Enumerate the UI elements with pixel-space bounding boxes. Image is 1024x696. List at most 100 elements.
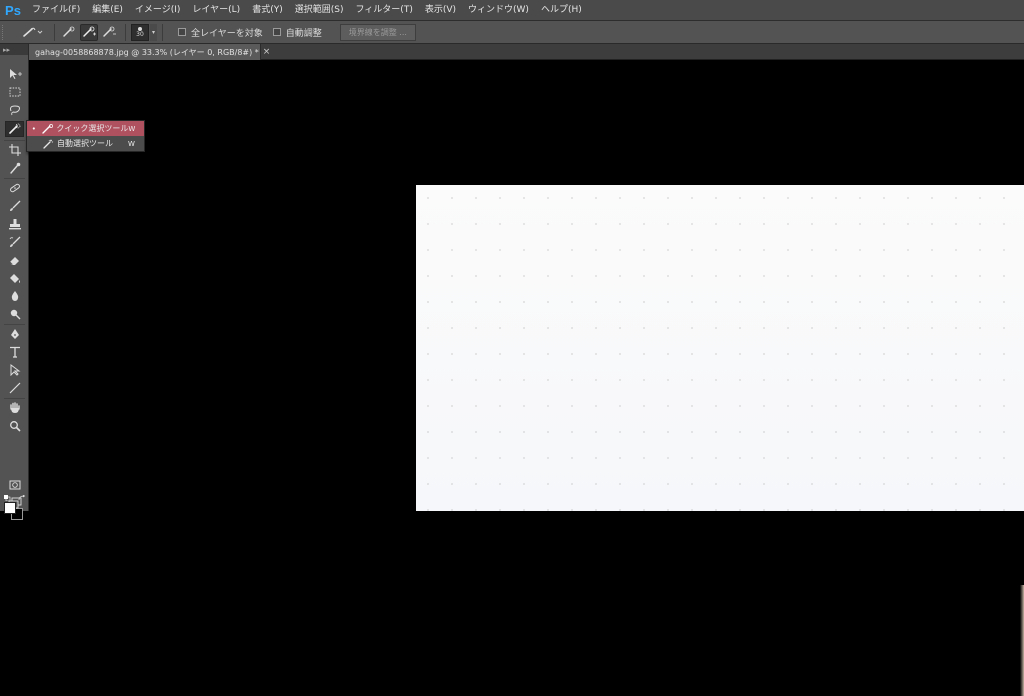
lasso-tool[interactable] bbox=[5, 102, 24, 118]
flyout-item-label: クイック選択ツール bbox=[56, 124, 129, 133]
sample-all-layers-label: 全レイヤーを対象 bbox=[191, 28, 263, 39]
clone-stamp-tool[interactable] bbox=[5, 216, 24, 232]
checkbox-box[interactable] bbox=[272, 28, 281, 36]
path-selection-icon bbox=[10, 364, 20, 376]
flyout-item-magic-wand[interactable]: 自動選択ツール W bbox=[27, 136, 144, 151]
new-selection-button[interactable] bbox=[60, 24, 78, 41]
menu-file[interactable]: ファイル(F) bbox=[26, 0, 86, 21]
quick-selection-icon bbox=[23, 27, 43, 37]
dodge-tool[interactable] bbox=[5, 306, 24, 322]
history-brush-icon bbox=[9, 236, 20, 247]
toolbox-divider bbox=[4, 398, 25, 399]
menu-view[interactable]: 表示(V) bbox=[419, 0, 462, 21]
zoom-icon bbox=[9, 421, 21, 432]
crop-icon bbox=[8, 144, 21, 156]
document-tab[interactable]: gahag-0058868878.jpg @ 33.3% (レイヤー 0, RG… bbox=[29, 44, 270, 60]
toolbox-divider bbox=[4, 178, 25, 179]
healing-brush-tool[interactable] bbox=[5, 180, 24, 196]
hand-icon bbox=[9, 402, 20, 413]
options-bar-grip[interactable] bbox=[2, 24, 9, 40]
flyout-item-label: 自動選択ツール bbox=[57, 139, 113, 148]
menu-image[interactable]: イメージ(I) bbox=[129, 0, 187, 21]
marquee-icon bbox=[9, 87, 20, 97]
quick-selection-tool[interactable] bbox=[5, 121, 24, 137]
auto-enhance-label: 自動調整 bbox=[285, 28, 322, 39]
path-selection-tool[interactable] bbox=[5, 362, 24, 378]
foreground-color-swatch[interactable] bbox=[4, 502, 16, 514]
line-icon bbox=[9, 382, 20, 394]
eraser-tool[interactable] bbox=[5, 252, 24, 268]
sample-all-layers-checkbox[interactable]: 全レイヤーを対象 bbox=[178, 26, 263, 39]
menu-window[interactable]: ウィンドウ(W) bbox=[462, 0, 535, 21]
main-menu: ファイル(F) 編集(E) イメージ(I) レイヤー(L) 書式(Y) 選択範囲… bbox=[26, 0, 588, 21]
hand-tool[interactable] bbox=[5, 400, 24, 416]
paint-bucket-tool[interactable] bbox=[5, 270, 24, 286]
menu-layer[interactable]: レイヤー(L) bbox=[186, 0, 246, 21]
image-subject-edge bbox=[1020, 585, 1024, 696]
quick-mask-button[interactable] bbox=[5, 477, 24, 493]
menu-select[interactable]: 選択範囲(S) bbox=[289, 0, 350, 21]
brush-icon bbox=[9, 200, 20, 211]
move-tool[interactable] bbox=[5, 66, 24, 82]
refine-edge-button[interactable]: 境界線を調整 ... bbox=[339, 23, 416, 41]
chevron-down-icon[interactable]: ▾ bbox=[150, 23, 157, 41]
tool-preset-picker[interactable] bbox=[15, 24, 49, 41]
menu-type[interactable]: 書式(Y) bbox=[246, 0, 289, 21]
brush-size-picker[interactable]: 30 bbox=[131, 23, 149, 41]
toolbox-divider bbox=[4, 324, 25, 325]
bandage-icon bbox=[9, 183, 20, 193]
brush-new-icon bbox=[63, 26, 75, 37]
flyout-item-quick-selection[interactable]: • クイック選択ツール W bbox=[27, 121, 144, 136]
menu-bar: Ps ファイル(F) 編集(E) イメージ(I) レイヤー(L) 書式(Y) 選… bbox=[0, 0, 1024, 21]
blur-tool[interactable] bbox=[5, 288, 24, 304]
pen-tool[interactable] bbox=[5, 326, 24, 342]
paint-bucket-icon bbox=[9, 274, 20, 283]
stamp-icon bbox=[8, 219, 21, 230]
document-image[interactable] bbox=[416, 185, 1024, 696]
toolbox-divider bbox=[4, 140, 25, 141]
toolbox: ▸▸ bbox=[0, 44, 29, 520]
type-icon bbox=[9, 346, 20, 358]
separator bbox=[54, 23, 55, 41]
selected-bullet: • bbox=[31, 124, 36, 133]
subtract-from-selection-button[interactable] bbox=[100, 24, 118, 41]
brush-add-icon bbox=[83, 26, 96, 37]
lasso-icon bbox=[9, 105, 20, 116]
menu-filter[interactable]: フィルター(T) bbox=[349, 0, 418, 21]
auto-enhance-checkbox[interactable]: 自動調整 bbox=[272, 26, 322, 39]
type-tool[interactable] bbox=[5, 344, 24, 360]
quick-mask-icon bbox=[9, 480, 20, 490]
brush-size-value: 30 bbox=[136, 30, 144, 38]
menu-help[interactable]: ヘルプ(H) bbox=[535, 0, 588, 21]
shortcut-key: W bbox=[128, 124, 136, 133]
crop-tool[interactable] bbox=[5, 142, 24, 158]
quick-selection-icon bbox=[8, 123, 20, 134]
separator bbox=[162, 23, 163, 41]
history-brush-tool[interactable] bbox=[5, 234, 24, 250]
brush-tool[interactable] bbox=[5, 198, 24, 214]
toolbox-collapse-icon[interactable]: ▸▸ bbox=[0, 44, 28, 55]
eyedropper-tool[interactable] bbox=[5, 160, 24, 176]
eyedropper-icon bbox=[9, 162, 20, 174]
line-tool[interactable] bbox=[5, 380, 24, 396]
photoshop-logo: Ps bbox=[5, 2, 21, 18]
close-icon[interactable]: × bbox=[263, 44, 271, 60]
add-to-selection-button[interactable] bbox=[80, 23, 98, 41]
pen-icon bbox=[10, 329, 19, 339]
eraser-icon bbox=[9, 257, 19, 265]
dodge-icon bbox=[10, 309, 20, 320]
checkbox-box[interactable] bbox=[178, 28, 186, 36]
shortcut-key: W bbox=[128, 139, 135, 148]
separator bbox=[125, 23, 126, 41]
marquee-tool[interactable] bbox=[5, 84, 24, 100]
magic-wand-icon bbox=[41, 138, 55, 150]
quick-selection-icon bbox=[41, 123, 55, 135]
document-tab-title: gahag-0058868878.jpg @ 33.3% (レイヤー 0, RG… bbox=[35, 47, 259, 57]
brush-subtract-icon bbox=[103, 26, 116, 37]
drop-icon bbox=[11, 291, 18, 301]
options-bar: 30 ▾ 全レイヤーを対象 自動調整 境界線を調整 ... bbox=[0, 21, 1024, 44]
move-icon bbox=[9, 69, 22, 79]
document-tab-bar: gahag-0058868878.jpg @ 33.3% (レイヤー 0, RG… bbox=[29, 44, 1024, 60]
zoom-tool[interactable] bbox=[5, 418, 24, 434]
menu-edit[interactable]: 編集(E) bbox=[86, 0, 129, 21]
